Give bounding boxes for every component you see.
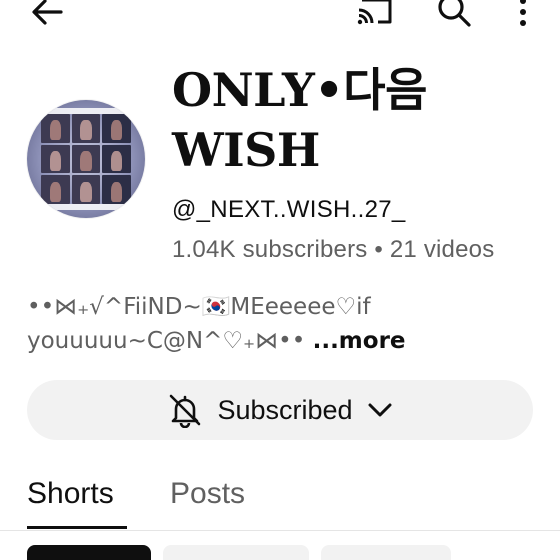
notifications-off-icon — [170, 394, 201, 428]
cast-button[interactable] — [354, 0, 396, 28]
filter-chip[interactable] — [163, 545, 309, 560]
channel-title-line2: WISH — [172, 123, 320, 177]
subscriber-count: 1.04K subscribers — [172, 236, 368, 263]
channel-avatar[interactable] — [27, 100, 145, 218]
more-vertical-icon — [520, 0, 526, 26]
back-arrow-icon — [32, 0, 63, 25]
tab-posts[interactable]: Posts — [170, 474, 245, 514]
tabs-divider — [0, 530, 560, 531]
subscribed-label: Subscribed — [217, 394, 353, 425]
more-link[interactable]: ...more — [313, 328, 406, 354]
channel-description[interactable]: ••⋈₊√^FiiND~🇰🇷MEeeeee♡if youuuuu~C@N^♡₊⋈… — [27, 290, 537, 358]
search-icon — [438, 0, 471, 27]
description-line1: ••⋈₊√^FiiND~🇰🇷MEeeeee♡if — [27, 294, 371, 320]
channel-title: ONLY•다음 WISH — [172, 60, 552, 180]
description-line2: youuuuu~C@N^♡₊⋈•• — [27, 328, 313, 354]
channel-stats: 1.04K subscribers • 21 videos — [172, 236, 494, 264]
channel-handle: @_NEXT..WISH..27_ — [172, 196, 406, 223]
chevron-down-icon — [368, 403, 392, 417]
avatar-collage — [41, 114, 131, 204]
channel-title-line1: ONLY•다음 — [172, 63, 427, 117]
subscribed-button[interactable]: Subscribed — [27, 380, 533, 440]
active-tab-indicator — [27, 526, 127, 529]
cast-icon — [357, 0, 392, 25]
search-button[interactable] — [434, 0, 474, 30]
back-button[interactable] — [26, 0, 66, 30]
more-options-button[interactable] — [506, 0, 540, 30]
tab-shorts[interactable]: Shorts — [27, 474, 114, 514]
filter-chip[interactable] — [321, 545, 451, 560]
video-count: 21 videos — [389, 236, 495, 263]
filter-chip-selected[interactable] — [27, 545, 151, 560]
stats-separator: • — [374, 236, 383, 263]
